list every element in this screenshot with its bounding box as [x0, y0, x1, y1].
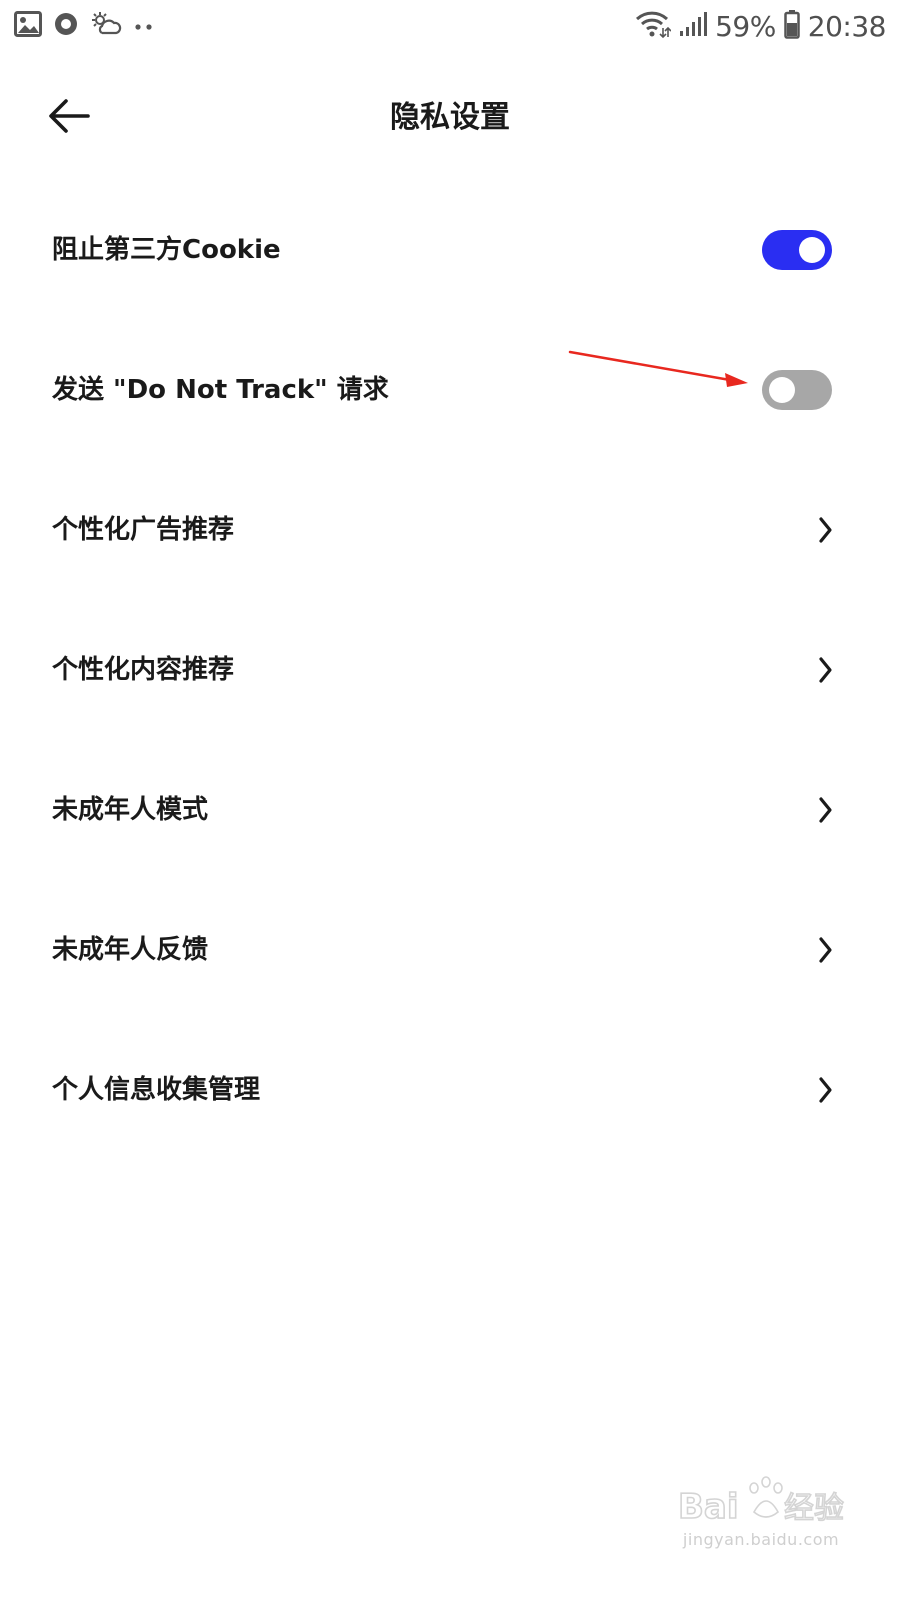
- svg-text:Bai: Bai: [678, 1487, 739, 1527]
- settings-list: 阻止第三方Cookie 发送 "Do Not Track" 请求 个性化广告推荐…: [0, 180, 900, 1160]
- setting-label: 个性化广告推荐: [52, 515, 235, 545]
- setting-minor-feedback[interactable]: 未成年人反馈: [0, 880, 900, 1020]
- record-icon: [54, 12, 78, 40]
- setting-label: 个性化内容推荐: [52, 655, 235, 685]
- baidu-jingyan-watermark: Bai 经验 jingyan.baidu.com: [676, 1468, 846, 1560]
- chevron-right-icon: [819, 797, 832, 823]
- block-third-party-cookie-toggle[interactable]: [762, 230, 832, 270]
- toggle-knob: [799, 237, 825, 263]
- status-bar: 59% 20:38: [0, 0, 900, 52]
- setting-personal-info-collection[interactable]: 个人信息收集管理: [0, 1020, 900, 1160]
- setting-label: 未成年人反馈: [52, 935, 209, 965]
- chevron-right-icon: [819, 1077, 832, 1103]
- status-time: 20:38: [807, 9, 887, 43]
- signal-icon: [679, 11, 708, 41]
- chevron-right-icon: [819, 517, 832, 543]
- do-not-track-toggle[interactable]: [762, 370, 832, 410]
- setting-label: 发送 "Do Not Track" 请求: [52, 375, 389, 405]
- setting-label: 个人信息收集管理: [52, 1075, 261, 1105]
- status-bar-notifications: [14, 10, 154, 42]
- setting-block-third-party-cookie[interactable]: 阻止第三方Cookie: [0, 180, 900, 320]
- app-bar: 隐私设置: [0, 70, 900, 166]
- setting-personalized-ads[interactable]: 个性化广告推荐: [0, 460, 900, 600]
- back-button[interactable]: [36, 90, 102, 146]
- setting-label: 阻止第三方Cookie: [52, 235, 281, 265]
- setting-label: 未成年人模式: [52, 795, 209, 825]
- chevron-right-icon: [819, 657, 832, 683]
- toggle-knob: [769, 377, 795, 403]
- battery-percent: 59%: [715, 9, 776, 43]
- more-dots-icon: [134, 17, 154, 36]
- status-bar-system: 59% 20:38: [635, 6, 887, 46]
- setting-minor-mode[interactable]: 未成年人模式: [0, 740, 900, 880]
- chevron-right-icon: [819, 937, 832, 963]
- weather-icon: [90, 11, 122, 41]
- svg-text:经验: 经验: [784, 1491, 844, 1526]
- watermark-url: jingyan.baidu.com: [682, 1530, 840, 1549]
- gallery-icon: [14, 11, 42, 41]
- setting-personalized-content[interactable]: 个性化内容推荐: [0, 600, 900, 740]
- setting-do-not-track[interactable]: 发送 "Do Not Track" 请求: [0, 320, 900, 460]
- page-title: 隐私设置: [390, 100, 510, 135]
- back-arrow-icon: [48, 98, 90, 138]
- baidu-logo-icon: Bai 经验: [677, 1476, 845, 1528]
- battery-icon: [784, 9, 800, 43]
- wifi-icon: [635, 9, 672, 43]
